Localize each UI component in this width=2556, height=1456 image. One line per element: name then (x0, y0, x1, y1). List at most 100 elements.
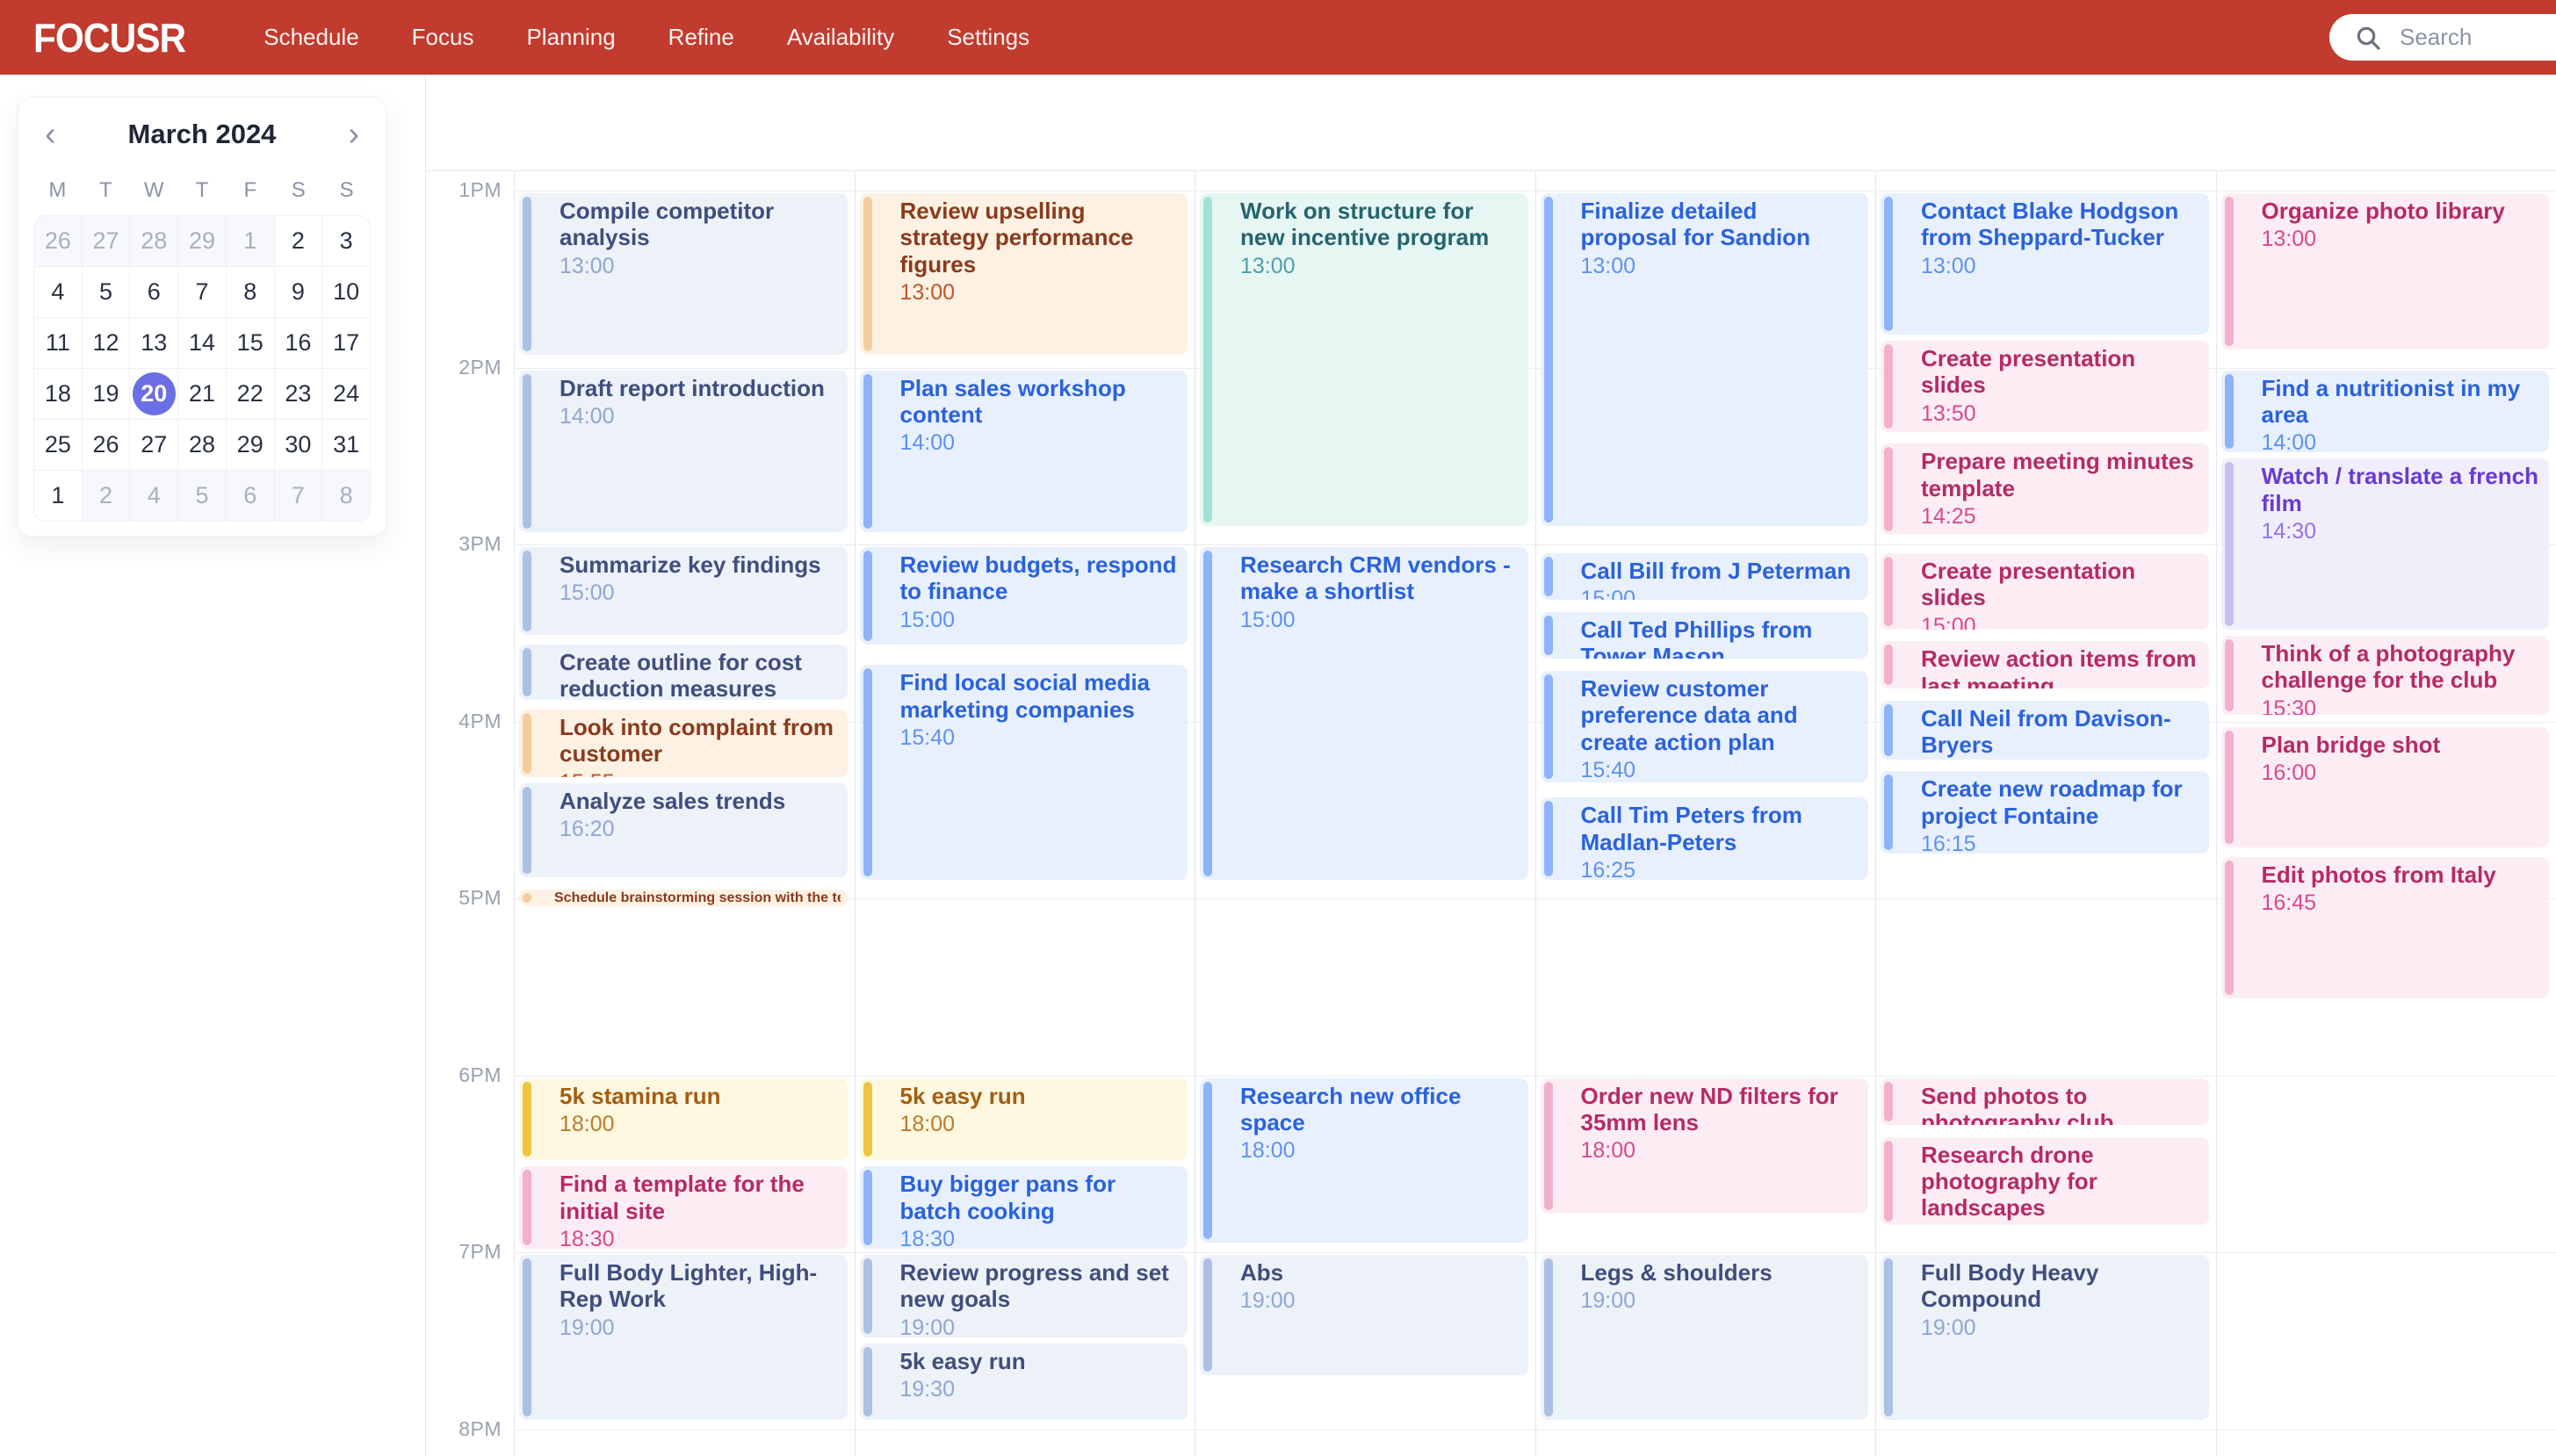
event-card[interactable]: Find a template for the initial site18:3… (519, 1166, 848, 1249)
event-card[interactable]: Edit photos from Italy16:45 (2221, 857, 2550, 998)
event-card[interactable]: 5k easy run18:00 (860, 1078, 1188, 1161)
mini-calendar-day[interactable]: 8 (227, 267, 274, 317)
mini-calendar-day[interactable]: 17 (322, 318, 370, 368)
event-card[interactable]: Finalize detailed proposal for Sandion13… (1541, 193, 1869, 526)
event-card[interactable]: Research new office space18:00 (1200, 1078, 1528, 1243)
event-card[interactable]: Order new ND filters for 35mm lens18:00 (1541, 1078, 1869, 1214)
nav-item-settings[interactable]: Settings (947, 24, 1029, 51)
event-card[interactable]: Full Body Lighter, High-Rep Work19:00 (519, 1255, 848, 1420)
event-card[interactable]: Find a nutritionist in my area14:00 (2221, 371, 2550, 453)
mini-calendar-day[interactable]: 14 (178, 318, 226, 368)
mini-calendar-day[interactable]: 6 (227, 471, 274, 521)
mini-calendar-day[interactable]: 18 (34, 369, 82, 419)
mini-calendar-day[interactable]: 29 (227, 420, 274, 470)
event-card[interactable]: Create presentation slides13:50 (1881, 341, 2209, 432)
mini-calendar-day[interactable]: 6 (130, 267, 177, 317)
event-card[interactable]: Call Tim Peters from Madlan-Peters16:25 (1541, 797, 1869, 880)
mini-calendar-day[interactable]: 28 (178, 420, 226, 470)
event-card[interactable]: Compile competitor analysis13:00 (519, 193, 848, 355)
event-card[interactable]: Call Neil from Davison-Bryers15:50 (1881, 701, 2209, 760)
nav-item-refine[interactable]: Refine (668, 24, 734, 51)
event-title: 5k easy run (900, 1083, 1178, 1109)
next-month-icon[interactable]: › (344, 121, 363, 148)
event-card[interactable]: Legs & shoulders19:00 (1541, 1255, 1869, 1420)
event-card[interactable]: Abs19:00 (1200, 1255, 1528, 1375)
mini-calendar-day[interactable]: 4 (34, 267, 82, 317)
event-card[interactable]: Research drone photography for landscape… (1881, 1137, 2209, 1225)
event-card[interactable]: Schedule brainstorming session with the … (519, 890, 848, 907)
mini-calendar-day[interactable]: 30 (275, 420, 322, 470)
event-card[interactable]: Prepare meeting minutes template14:25 (1881, 443, 2209, 535)
event-card[interactable]: Draft report introduction14:00 (519, 371, 848, 532)
nav-item-focus[interactable]: Focus (412, 24, 474, 51)
mini-calendar-day[interactable]: 11 (34, 318, 82, 368)
mini-calendar-day[interactable]: 31 (322, 420, 370, 470)
event-card[interactable]: Plan sales workshop content14:00 (860, 371, 1188, 532)
event-card[interactable]: Review customer preference data and crea… (1541, 671, 1869, 782)
event-card[interactable]: Call Ted Phillips from Tower Mason15:20 (1541, 612, 1869, 659)
nav-item-availability[interactable]: Availability (787, 24, 894, 51)
nav-item-planning[interactable]: Planning (526, 24, 615, 51)
event-color-bar (523, 1170, 531, 1245)
event-card[interactable]: Send photos to photography club18:00 (1881, 1078, 2209, 1125)
event-card[interactable]: Review upselling strategy performance fi… (860, 193, 1188, 355)
mini-calendar-day[interactable]: 5 (178, 471, 226, 521)
mini-calendar-day[interactable]: 4 (130, 471, 177, 521)
mini-calendar-day[interactable]: 7 (275, 471, 322, 521)
mini-calendar-day[interactable]: 19 (83, 369, 130, 419)
mini-calendar-day[interactable]: 24 (322, 369, 370, 419)
mini-calendar-day[interactable]: 3 (322, 216, 370, 266)
mini-calendar-day[interactable]: 1 (227, 216, 274, 266)
mini-calendar-day[interactable]: 2 (275, 216, 322, 266)
event-card[interactable]: Find local social media marketing compan… (860, 665, 1188, 880)
event-card[interactable]: Analyze sales trends16:20 (519, 783, 848, 877)
mini-calendar-day[interactable]: 25 (34, 420, 82, 470)
event-card[interactable]: Full Body Heavy Compound19:00 (1881, 1255, 2209, 1420)
mini-calendar-day[interactable]: 26 (83, 420, 130, 470)
mini-calendar-day[interactable]: 29 (178, 216, 226, 266)
mini-calendar-day[interactable]: 8 (322, 471, 370, 521)
mini-calendar-day[interactable]: 13 (130, 318, 177, 368)
event-color-bar (2225, 374, 2234, 450)
event-card[interactable]: Research CRM vendors - make a shortlist1… (1200, 547, 1528, 880)
mini-calendar-day[interactable]: 27 (130, 420, 177, 470)
search-box[interactable] (2329, 14, 2556, 61)
prev-month-icon[interactable]: ‹ (41, 121, 60, 148)
mini-calendar-day[interactable]: 15 (227, 318, 274, 368)
mini-calendar-day[interactable]: 9 (275, 267, 322, 317)
mini-calendar-day[interactable]: 28 (130, 216, 177, 266)
event-card[interactable]: Contact Blake Hodgson from Sheppard-Tuck… (1881, 193, 2209, 335)
mini-calendar-day[interactable]: 27 (83, 216, 130, 266)
event-card[interactable]: Review action items from last meeting15:… (1881, 641, 2209, 688)
event-card[interactable]: Plan bridge shot16:00 (2221, 727, 2550, 847)
mini-calendar-day[interactable]: 2 (83, 471, 130, 521)
nav-item-schedule[interactable]: Schedule (264, 24, 358, 51)
event-card[interactable]: Review progress and set new goals19:00 (860, 1255, 1188, 1337)
event-card[interactable]: 5k easy run19:30 (860, 1344, 1188, 1420)
event-card[interactable]: Buy bigger pans for batch cooking18:30 (860, 1166, 1188, 1249)
mini-calendar-day[interactable]: 23 (275, 369, 322, 419)
mini-calendar-day[interactable]: 7 (178, 267, 226, 317)
mini-calendar-day[interactable]: 12 (83, 318, 130, 368)
event-card[interactable]: Watch / translate a french film14:30 (2221, 458, 2550, 630)
mini-calendar-day[interactable]: 10 (322, 267, 370, 317)
mini-calendar-day[interactable]: 16 (275, 318, 322, 368)
event-card[interactable]: Create presentation slides15:00 (1881, 553, 2209, 630)
event-card[interactable]: Work on structure for new incentive prog… (1200, 193, 1528, 526)
event-card[interactable]: Create new roadmap for project Fontaine1… (1881, 771, 2209, 854)
mini-calendar-day[interactable]: 21 (178, 369, 226, 419)
event-card[interactable]: 5k stamina run18:00 (519, 1078, 848, 1161)
event-card[interactable]: Organize photo library13:00 (2221, 193, 2550, 350)
event-card[interactable]: Think of a photography challenge for the… (2221, 636, 2550, 715)
mini-calendar-day[interactable]: 5 (83, 267, 130, 317)
search-input[interactable] (2400, 24, 2556, 51)
event-card[interactable]: Review budgets, respond to finance15:00 (860, 547, 1188, 645)
event-card[interactable]: Create outline for cost reduction measur… (519, 645, 848, 701)
mini-calendar-day[interactable]: 26 (34, 216, 82, 266)
event-card[interactable]: Summarize key findings15:00 (519, 547, 848, 635)
event-card[interactable]: Call Bill from J Peterman15:00 (1541, 553, 1869, 600)
event-card[interactable]: Look into complaint from customer15:55 (519, 710, 848, 777)
mini-calendar-day[interactable]: 22 (227, 369, 274, 419)
mini-calendar-day[interactable]: 20 (130, 369, 177, 419)
mini-calendar-day[interactable]: 1 (34, 471, 82, 521)
